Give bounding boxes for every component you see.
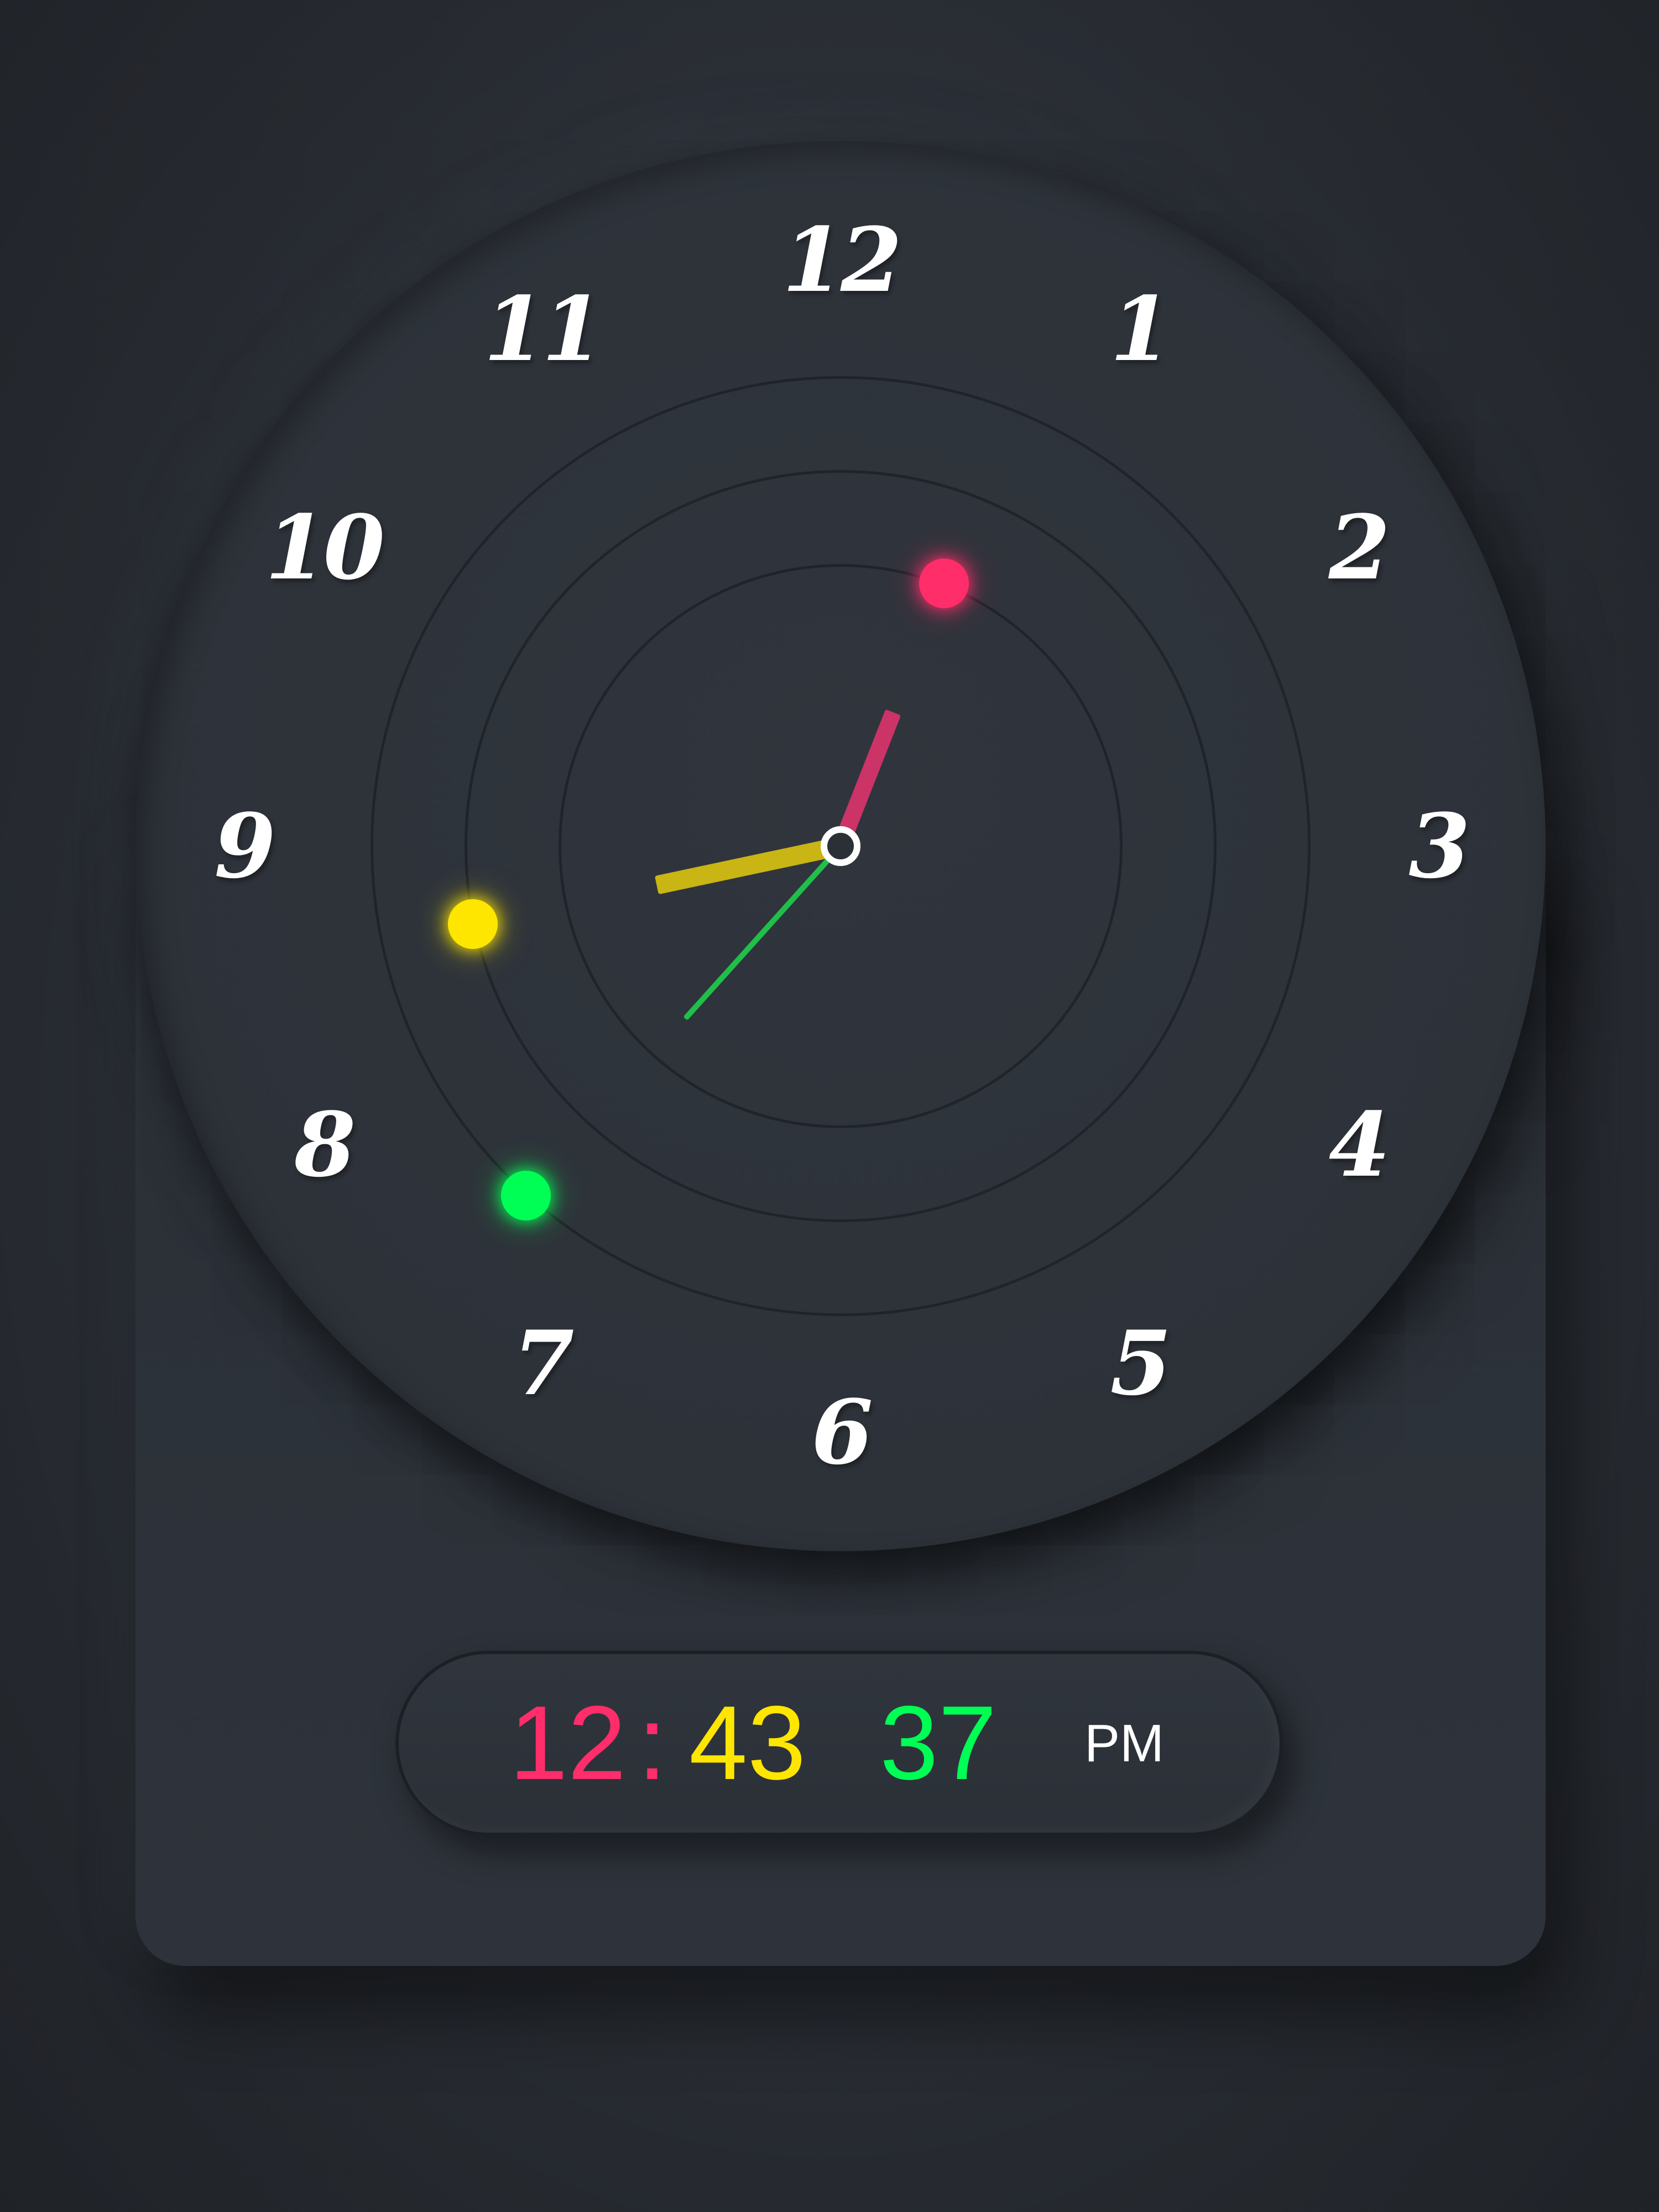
hour-orbit-dot: [919, 559, 969, 609]
numeral-8: 8: [294, 1093, 356, 1197]
numeral-6: 6: [811, 1380, 873, 1484]
center-cap: [821, 826, 860, 866]
numeral-7: 7: [513, 1311, 574, 1416]
numeral-4: 4: [1328, 1093, 1390, 1197]
numeral-1: 1: [1110, 276, 1171, 381]
numeral-2: 2: [1328, 495, 1390, 599]
numeral-11: 11: [483, 276, 604, 381]
numeral-3: 3: [1408, 794, 1470, 898]
minute-orbit-dot: [447, 899, 498, 950]
digital-hours: 12: [509, 1684, 627, 1802]
numeral-12: 12: [782, 208, 902, 312]
second-orbit-dot: [501, 1170, 551, 1220]
digital-time-display: 12 : 43 37 PM: [395, 1651, 1283, 1836]
numeral-9: 9: [214, 794, 275, 898]
analog-clock-face: 12 1 2 3 4 5 6 7 8 9 10 11: [135, 141, 1546, 1551]
digital-minutes: 43: [689, 1684, 806, 1802]
numeral-5: 5: [1110, 1311, 1171, 1416]
numeral-10: 10: [265, 495, 385, 599]
digital-seconds: 37: [880, 1684, 997, 1802]
digital-separator: :: [638, 1684, 667, 1802]
digital-ampm: PM: [1084, 1714, 1164, 1773]
